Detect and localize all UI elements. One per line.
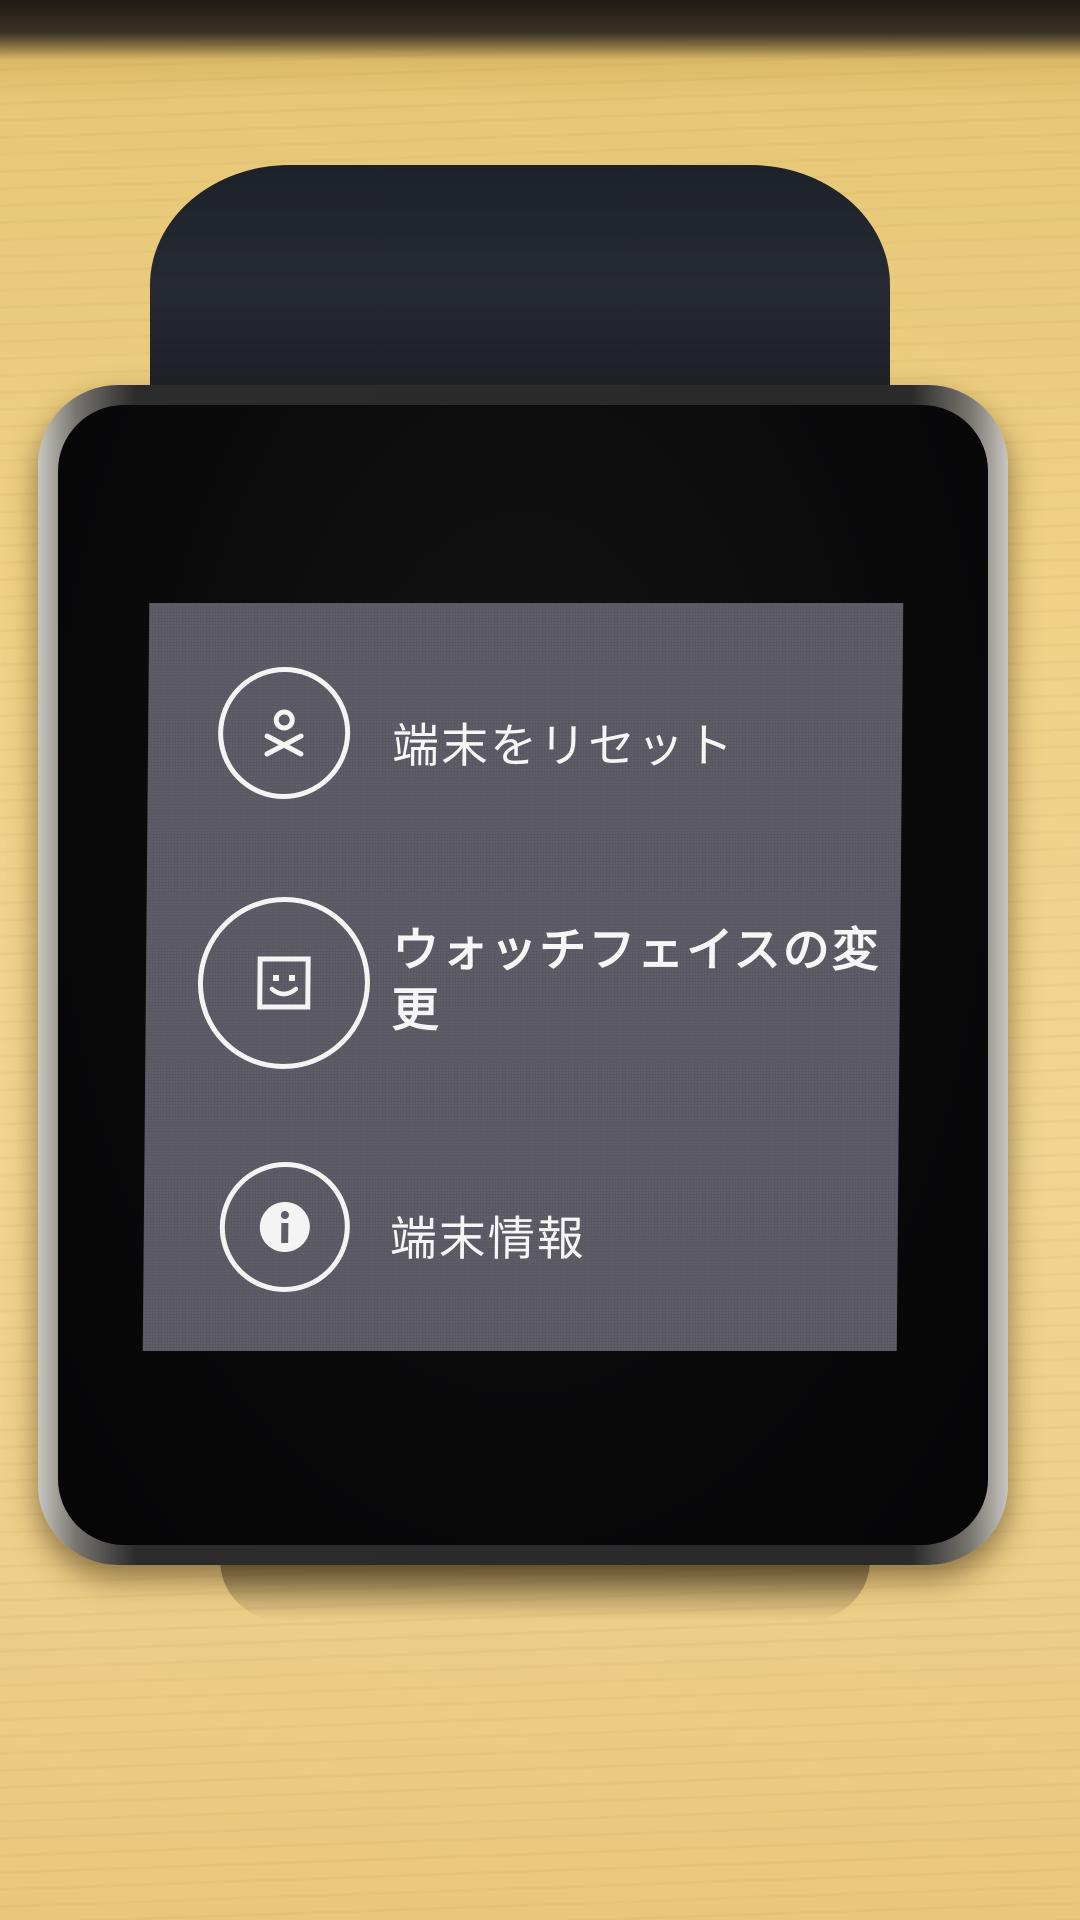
watch-screen: 端末をリセット ウォッチフェイスの変更 端末情報 bbox=[142, 603, 904, 1351]
info-icon bbox=[219, 1162, 351, 1292]
menu-item-label: 端末をリセット bbox=[391, 719, 736, 774]
menu-item-device-info[interactable]: 端末情報 bbox=[143, 1158, 898, 1298]
smiley-face-icon bbox=[197, 897, 371, 1069]
menu-item-label: ウォッチフェイスの変更 bbox=[391, 923, 882, 1038]
menu-item-reset-device[interactable]: 端末をリセット bbox=[148, 663, 903, 803]
background-top-edge bbox=[0, 0, 1080, 60]
menu-item-change-watch-face[interactable]: ウォッチフェイスの変更 bbox=[145, 893, 901, 1073]
person-reset-icon bbox=[217, 667, 351, 799]
menu-item-label: 端末情報 bbox=[389, 1212, 586, 1267]
